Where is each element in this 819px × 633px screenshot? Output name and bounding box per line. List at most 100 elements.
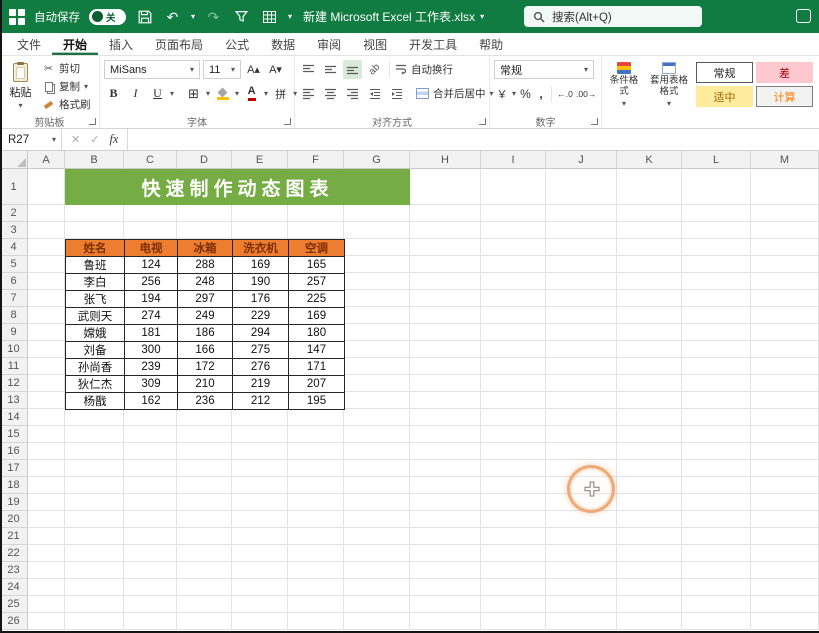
- ribbon-tab-7[interactable]: 视图: [352, 33, 398, 55]
- table-cell[interactable]: 275: [233, 342, 289, 359]
- cell-K20[interactable]: [617, 511, 682, 528]
- ribbon-tab-9[interactable]: 帮助: [468, 33, 514, 55]
- copy-button[interactable]: 复制 ▾: [40, 78, 93, 95]
- phonetic-guide-icon[interactable]: 拼: [271, 84, 290, 103]
- cell-H15[interactable]: [410, 426, 481, 443]
- cell-D22[interactable]: [177, 545, 232, 562]
- cell-G13[interactable]: [344, 392, 410, 409]
- cell-A15[interactable]: [28, 426, 65, 443]
- cell-A16[interactable]: [28, 443, 65, 460]
- table-cell[interactable]: 294: [233, 325, 289, 342]
- format-as-table-button[interactable]: 套用表格格式 ▾: [646, 60, 692, 108]
- cell-L8[interactable]: [682, 307, 751, 324]
- cell-C25[interactable]: [124, 596, 177, 613]
- cell-E14[interactable]: [232, 409, 288, 426]
- table-cell[interactable]: 162: [125, 393, 178, 410]
- table-cell[interactable]: 186: [178, 325, 233, 342]
- cell-F26[interactable]: [288, 613, 344, 630]
- conditional-formatting-button[interactable]: 条件格式 ▾: [606, 60, 642, 108]
- table-cell[interactable]: 190: [233, 274, 289, 291]
- cell-I8[interactable]: [481, 307, 546, 324]
- cell-K4[interactable]: [617, 239, 682, 256]
- cell-M19[interactable]: [751, 494, 819, 511]
- cell-I14[interactable]: [481, 409, 546, 426]
- cell-A10[interactable]: [28, 341, 65, 358]
- cell-H25[interactable]: [410, 596, 481, 613]
- cell-A12[interactable]: [28, 375, 65, 392]
- row-header-20[interactable]: 20: [0, 511, 28, 528]
- column-header-H[interactable]: H: [410, 151, 481, 169]
- cell-H20[interactable]: [410, 511, 481, 528]
- ribbon-tab-2[interactable]: 插入: [98, 33, 144, 55]
- row-header-8[interactable]: 8: [0, 307, 28, 324]
- row-header-7[interactable]: 7: [0, 290, 28, 307]
- cell-L7[interactable]: [682, 290, 751, 307]
- cell-L9[interactable]: [682, 324, 751, 341]
- cell-M11[interactable]: [751, 358, 819, 375]
- cell-D21[interactable]: [177, 528, 232, 545]
- table-cell[interactable]: 147: [289, 342, 345, 359]
- cell-H3[interactable]: [410, 222, 481, 239]
- font-color-button[interactable]: A: [242, 84, 261, 103]
- cell-F17[interactable]: [288, 460, 344, 477]
- cell-J21[interactable]: [546, 528, 617, 545]
- cell-J24[interactable]: [546, 579, 617, 596]
- cell-H23[interactable]: [410, 562, 481, 579]
- filter-icon[interactable]: [232, 7, 251, 26]
- cell-C2[interactable]: [124, 205, 177, 222]
- cell-style-neutral[interactable]: 适中: [696, 86, 753, 107]
- cell-K14[interactable]: [617, 409, 682, 426]
- cell-B22[interactable]: [65, 545, 124, 562]
- row-header-2[interactable]: 2: [0, 205, 28, 222]
- cell-A23[interactable]: [28, 562, 65, 579]
- paste-button[interactable]: 粘贴 ▾: [4, 60, 37, 113]
- ribbon-tab-4[interactable]: 公式: [214, 33, 260, 55]
- cell-K22[interactable]: [617, 545, 682, 562]
- cell-J1[interactable]: [546, 169, 617, 205]
- cell-K10[interactable]: [617, 341, 682, 358]
- cell-F25[interactable]: [288, 596, 344, 613]
- cell-H24[interactable]: [410, 579, 481, 596]
- table-cell[interactable]: 181: [125, 325, 178, 342]
- dialog-launcher-icon[interactable]: [89, 118, 96, 125]
- cell-G21[interactable]: [344, 528, 410, 545]
- increase-decimal-icon[interactable]: ←.0: [556, 84, 574, 103]
- percent-style-icon[interactable]: %: [518, 84, 533, 103]
- cell-K9[interactable]: [617, 324, 682, 341]
- cell-style-bad[interactable]: 差: [756, 62, 813, 83]
- cell-I2[interactable]: [481, 205, 546, 222]
- cell-A25[interactable]: [28, 596, 65, 613]
- cell-D16[interactable]: [177, 443, 232, 460]
- cell-L5[interactable]: [682, 256, 751, 273]
- cell-K19[interactable]: [617, 494, 682, 511]
- cell-L3[interactable]: [682, 222, 751, 239]
- column-header-A[interactable]: A: [28, 151, 65, 169]
- table-header-cell[interactable]: 电视: [125, 240, 178, 257]
- table-cell[interactable]: 210: [178, 376, 233, 393]
- cell-K18[interactable]: [617, 477, 682, 494]
- cell-D3[interactable]: [177, 222, 232, 239]
- table-cell[interactable]: 180: [289, 325, 345, 342]
- cell-A19[interactable]: [28, 494, 65, 511]
- cell-I20[interactable]: [481, 511, 546, 528]
- cell-K1[interactable]: [617, 169, 682, 205]
- cell-H9[interactable]: [410, 324, 481, 341]
- cell-J13[interactable]: [546, 392, 617, 409]
- table-cell[interactable]: 165: [289, 257, 345, 274]
- cell-K11[interactable]: [617, 358, 682, 375]
- cell-I15[interactable]: [481, 426, 546, 443]
- cell-J6[interactable]: [546, 273, 617, 290]
- borders-icon[interactable]: ⊞: [184, 84, 203, 103]
- cell-A2[interactable]: [28, 205, 65, 222]
- table-cell[interactable]: 171: [289, 359, 345, 376]
- table-cell[interactable]: 257: [289, 274, 345, 291]
- cell-I25[interactable]: [481, 596, 546, 613]
- font-size-select[interactable]: 11 ▾: [203, 60, 241, 79]
- cell-D2[interactable]: [177, 205, 232, 222]
- cell-G17[interactable]: [344, 460, 410, 477]
- cell-M17[interactable]: [751, 460, 819, 477]
- cell-H12[interactable]: [410, 375, 481, 392]
- chevron-down-icon[interactable]: ▾: [512, 90, 516, 98]
- cancel-icon[interactable]: ✕: [71, 133, 80, 146]
- cell-G5[interactable]: [344, 256, 410, 273]
